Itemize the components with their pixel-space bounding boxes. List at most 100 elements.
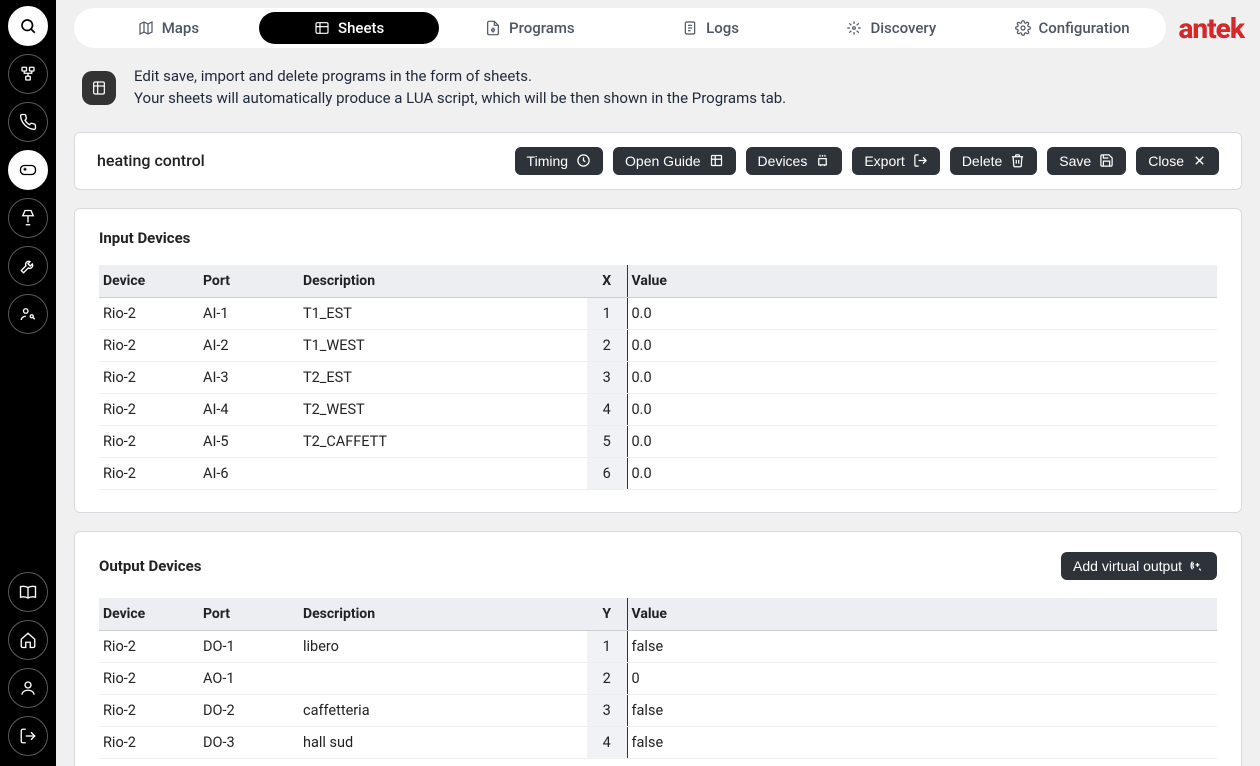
programs-icon: [485, 20, 501, 36]
cell-device: Rio-2: [99, 457, 199, 489]
open-guide-button[interactable]: Open Guide: [613, 147, 736, 175]
cell-value[interactable]: 0: [627, 662, 1217, 694]
cell-device: Rio-2: [99, 630, 199, 662]
cell-port: AI-3: [199, 361, 299, 393]
sheet-toolbar: heating control Timing Open Guide Device…: [74, 132, 1242, 190]
table-row[interactable]: Rio-2AI-4T2_WEST40.0: [99, 393, 1217, 425]
user-icon: [19, 679, 37, 697]
output-devices-card: Output Devices Add virtual output Device…: [74, 531, 1242, 766]
book-icon: [19, 583, 37, 601]
table-row[interactable]: Rio-2DO-3hall sud4false: [99, 726, 1217, 758]
nav-user[interactable]: [8, 668, 48, 708]
cell-device: Rio-2: [99, 329, 199, 361]
chip-icon: [815, 153, 830, 168]
clock-icon: [576, 153, 591, 168]
cell-description: T2_WEST: [299, 393, 587, 425]
sheet-icon-badge: [82, 71, 116, 105]
cell-value[interactable]: 0.0: [627, 425, 1217, 457]
cell-description: T2_EST: [299, 361, 587, 393]
export-button[interactable]: Export: [852, 147, 939, 175]
table-row[interactable]: Rio-2AI-1T1_EST10.0: [99, 297, 1217, 329]
map-icon: [138, 20, 154, 36]
network-icon: [19, 65, 37, 83]
user-key-icon: [19, 305, 37, 323]
col-index: Y: [587, 598, 627, 631]
col-device: Device: [99, 265, 199, 298]
table-row[interactable]: Rio-2DO-1libero1false: [99, 630, 1217, 662]
guide-icon: [709, 153, 724, 168]
cell-port: AI-1: [199, 297, 299, 329]
button-label: Devices: [758, 153, 808, 169]
cell-port: AI-2: [199, 329, 299, 361]
cell-device: Rio-2: [99, 393, 199, 425]
cell-value[interactable]: 0.0: [627, 329, 1217, 361]
tab-maps[interactable]: Maps: [78, 12, 259, 44]
delete-button[interactable]: Delete: [950, 147, 1037, 175]
sidebar: [0, 0, 56, 766]
cell-index: 3: [587, 361, 627, 393]
button-label: Delete: [962, 153, 1002, 169]
tab-label: Configuration: [1039, 19, 1130, 37]
cell-value[interactable]: 0.0: [627, 361, 1217, 393]
tab-logs[interactable]: Logs: [620, 12, 801, 44]
nav-logout[interactable]: [8, 716, 48, 756]
cell-index: 1: [587, 297, 627, 329]
nav-network[interactable]: [8, 54, 48, 94]
cell-value[interactable]: 0.0: [627, 457, 1217, 489]
sheet-icon: [314, 20, 330, 36]
cell-device: Rio-2: [99, 425, 199, 457]
tab-label: Sheets: [338, 19, 384, 37]
table-row[interactable]: Rio-2AO-120: [99, 662, 1217, 694]
nav-phone[interactable]: [8, 102, 48, 142]
cell-index: 2: [587, 329, 627, 361]
button-label: Export: [864, 153, 904, 169]
phone-icon: [19, 113, 37, 131]
devices-button[interactable]: Devices: [746, 147, 843, 175]
table-row[interactable]: Rio-2AI-2T1_WEST20.0: [99, 329, 1217, 361]
timing-button[interactable]: Timing: [515, 147, 604, 175]
button-label: Add virtual output: [1073, 558, 1182, 574]
input-devices-title: Input Devices: [99, 229, 190, 247]
nav-home[interactable]: [8, 620, 48, 660]
close-button[interactable]: Close: [1136, 147, 1219, 175]
table-row[interactable]: Rio-2DO-2caffetteria3false: [99, 694, 1217, 726]
table-row[interactable]: Rio-2AI-660.0: [99, 457, 1217, 489]
table-row[interactable]: Rio-2AI-5T2_CAFFETT50.0: [99, 425, 1217, 457]
logout-icon: [19, 727, 37, 745]
cell-device: Rio-2: [99, 694, 199, 726]
nav-gamepad[interactable]: [8, 150, 48, 190]
nav-book[interactable]: [8, 572, 48, 612]
cell-index: 1: [587, 630, 627, 662]
cell-value[interactable]: 0.0: [627, 297, 1217, 329]
search-button[interactable]: [8, 6, 48, 46]
cell-value[interactable]: 0.0: [627, 393, 1217, 425]
tab-discovery[interactable]: Discovery: [801, 12, 982, 44]
cell-device: Rio-2: [99, 662, 199, 694]
nav-wrench[interactable]: [8, 246, 48, 286]
discovery-icon: [846, 20, 862, 36]
description-line-2: Your sheets will automatically produce a…: [134, 88, 786, 110]
table-row[interactable]: Rio-2AI-3T2_EST30.0: [99, 361, 1217, 393]
gear-icon: [1015, 20, 1031, 36]
input-devices-card: Input Devices Device Port Description X …: [74, 208, 1242, 513]
nav-lamp[interactable]: [8, 198, 48, 238]
input-devices-table: Device Port Description X Value Rio-2AI-…: [99, 265, 1217, 490]
cell-value[interactable]: false: [627, 630, 1217, 662]
cell-value[interactable]: false: [627, 726, 1217, 758]
nav-user-key[interactable]: [8, 294, 48, 334]
add-virtual-output-button[interactable]: Add virtual output: [1061, 552, 1217, 580]
save-button[interactable]: Save: [1047, 147, 1126, 175]
cell-description: [299, 457, 587, 489]
tab-configuration[interactable]: Configuration: [982, 12, 1163, 44]
cell-device: Rio-2: [99, 726, 199, 758]
cell-index: 4: [587, 726, 627, 758]
tab-sheets[interactable]: Sheets: [259, 12, 440, 44]
export-icon: [913, 153, 928, 168]
tab-programs[interactable]: Programs: [439, 12, 620, 44]
button-label: Save: [1059, 153, 1091, 169]
search-icon: [19, 17, 37, 35]
cell-port: DO-3: [199, 726, 299, 758]
cell-value[interactable]: false: [627, 694, 1217, 726]
col-description: Description: [299, 598, 587, 631]
cell-description: T1_WEST: [299, 329, 587, 361]
